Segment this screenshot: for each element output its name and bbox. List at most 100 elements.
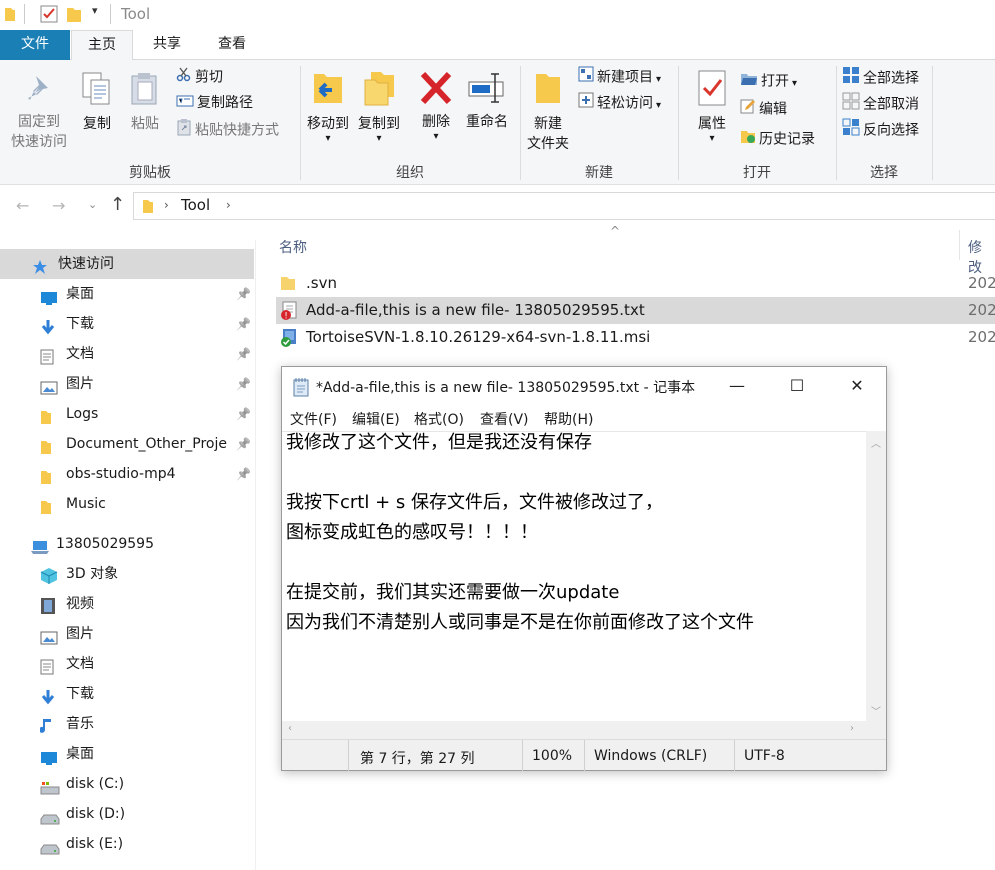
file-row-svn-folder[interactable]: .svn 202 [276, 270, 995, 297]
sidebar-pc-item[interactable]: 下载 [0, 679, 254, 709]
notepad-status-bar: 第 7 行，第 27 列 100% Windows (CRLF) UTF-8 [282, 739, 886, 771]
sidebar-pc-item[interactable]: 图片 [0, 619, 254, 649]
sidebar-item-label: 图片 [66, 376, 94, 392]
menu-file[interactable]: 文件(F) [290, 409, 337, 429]
text-line: 在提交前，我们其实还需要做一次update [286, 582, 620, 603]
file-row-modified-txt[interactable]: ! Add-a-file,this is a new file- 1380502… [276, 297, 995, 324]
status-line-ending: Windows (CRLF) [594, 748, 708, 764]
sidebar-item-label: disk (C:) [66, 776, 125, 792]
sidebar-quick-item[interactable]: Logs 📌 [0, 399, 254, 429]
edit-button[interactable]: 编辑 [740, 98, 787, 120]
sidebar-item-label: 下载 [66, 686, 94, 702]
column-header-name[interactable]: 名称 [279, 237, 307, 257]
pin-icon: 📌 [236, 287, 251, 301]
open-button[interactable]: 打开 ▾ [740, 70, 797, 92]
notepad-text-area[interactable]: 我修改了这个文件，但是我还没有保存 我按下crtl + s 保存文件后，文件被修改… [282, 431, 866, 721]
new-folder-button[interactable]: 新建 文件夹 [522, 68, 574, 154]
menu-format[interactable]: 格式(O) [414, 409, 464, 429]
easy-access-button[interactable]: 轻松访问 ▾ [578, 92, 661, 114]
copy-to-button[interactable]: 复制到 ▾ [355, 68, 403, 144]
delete-button[interactable]: 删除 ▾ [416, 70, 456, 142]
paste-shortcut-button[interactable]: 粘贴快捷方式 [176, 118, 279, 140]
menu-help[interactable]: 帮助(H) [544, 409, 593, 429]
sidebar-quick-item[interactable]: 图片 📌 [0, 369, 254, 399]
breadcrumb-tool[interactable]: Tool [181, 196, 210, 214]
sidebar-pc-item[interactable]: disk (E:) [0, 829, 254, 859]
breadcrumb-separator-icon[interactable]: › [164, 198, 169, 212]
sidebar-quick-item[interactable]: 下载 📌 [0, 309, 254, 339]
sidebar-pc-item[interactable]: 音乐 [0, 709, 254, 739]
scroll-down-arrow-icon[interactable]: ﹀ [871, 703, 881, 718]
recent-locations-chevron-icon[interactable]: ⌄ [88, 198, 97, 211]
paste-button[interactable]: 粘贴 [124, 70, 166, 134]
quick-access-dropdown-icon[interactable]: ▾ [92, 4, 98, 17]
up-arrow-icon[interactable]: ↑ [110, 194, 125, 215]
forward-arrow-icon[interactable]: → [52, 196, 65, 215]
sidebar-item-quick-access[interactable]: 快速访问 [0, 249, 254, 279]
new-item-button[interactable]: 新建项目 ▾ [578, 66, 661, 88]
properties-button[interactable]: 属性 ▾ [690, 68, 734, 144]
tab-view[interactable]: 查看 [200, 30, 264, 60]
copy-button[interactable]: 复制 [76, 70, 118, 134]
scroll-left-arrow-icon[interactable]: ‹ [288, 723, 292, 734]
notepad-title-bar[interactable]: *Add-a-file,this is a new file- 13805029… [282, 367, 886, 405]
select-all-button[interactable]: 全部选择 [842, 66, 919, 88]
pin-to-quick-access-button[interactable]: 固定到 快速访问 [6, 72, 72, 152]
paste-icon [131, 73, 157, 105]
menu-edit[interactable]: 编辑(E) [352, 409, 400, 429]
dropdown-arrow-icon: ▾ [709, 133, 715, 144]
new-folder-icon[interactable] [66, 5, 82, 27]
new-item-icon [578, 66, 594, 89]
sidebar-quick-item[interactable]: 文档 📌 [0, 339, 254, 369]
back-arrow-icon[interactable]: ← [16, 196, 29, 215]
sidebar-quick-item[interactable]: obs-studio-mp4 📌 [0, 459, 254, 489]
tab-share[interactable]: 共享 [136, 30, 198, 60]
properties-icon[interactable] [40, 5, 58, 27]
sidebar-quick-item[interactable]: Document_Other_Proje 📌 [0, 429, 254, 459]
sidebar-pc-item[interactable]: 桌面 [0, 739, 254, 769]
horizontal-scrollbar[interactable]: ‹ › [282, 721, 866, 739]
status-cursor-position: 第 7 行，第 27 列 [360, 751, 475, 767]
dropdown-arrow-icon: ▾ [325, 133, 331, 144]
sidebar-item-this-pc[interactable]: 13805029595 [0, 529, 254, 559]
tab-file[interactable]: 文件 [0, 30, 70, 60]
ribbon: 固定到 快速访问 复制 粘贴 剪切 复制路径 粘贴快捷方式 剪贴板 移动到 ▾ [0, 60, 995, 185]
sidebar-pc-item[interactable]: 视频 [0, 589, 254, 619]
tab-home[interactable]: 主页 [71, 30, 133, 61]
file-row-installer-msi[interactable]: TortoiseSVN-1.8.10.26129-x64-svn-1.8.11.… [276, 324, 995, 351]
status-encoding: UTF-8 [744, 748, 785, 764]
sidebar-pc-item[interactable]: 文档 [0, 649, 254, 679]
select-group-label: 选择 [870, 165, 898, 181]
scroll-up-arrow-icon[interactable]: ︿ [871, 435, 881, 450]
menu-view[interactable]: 查看(V) [480, 409, 529, 429]
dropdown-arrow-icon: ▾ [656, 99, 662, 111]
title-bar: ▾ Tool [0, 0, 995, 28]
invert-selection-button[interactable]: 反向选择 [842, 118, 919, 140]
dropdown-arrow-icon: ▾ [656, 73, 662, 85]
close-icon[interactable]: ✕ [834, 371, 880, 401]
select-none-button[interactable]: 全部取消 [842, 92, 919, 114]
copy-path-button[interactable]: 复制路径 [176, 92, 253, 114]
cut-button[interactable]: 剪切 [176, 66, 223, 88]
history-button[interactable]: 历史记录 [740, 128, 815, 150]
vertical-scrollbar[interactable]: ︿ ﹀ [866, 431, 886, 721]
column-separator[interactable] [959, 230, 960, 260]
sidebar-quick-item[interactable]: Music [0, 489, 254, 519]
paste-shortcut-icon [176, 118, 192, 143]
sidebar-quick-item[interactable]: 桌面 📌 [0, 279, 254, 309]
maximize-icon[interactable]: ☐ [774, 371, 820, 401]
text-line: 因为我们不清楚别人或同事是不是在你前面修改了这个文件 [286, 612, 754, 633]
status-separator [522, 740, 523, 771]
sidebar-pc-item[interactable]: disk (C:) [0, 769, 254, 799]
sidebar-pc-item[interactable]: disk (D:) [0, 799, 254, 829]
address-bar[interactable]: › Tool › [133, 192, 995, 220]
move-to-button[interactable]: 移动到 ▾ [304, 68, 352, 144]
breadcrumb-separator-icon[interactable]: › [226, 198, 231, 212]
scroll-right-arrow-icon[interactable]: › [850, 723, 854, 734]
sidebar-pc-item[interactable]: 3D 对象 [0, 559, 254, 589]
select-none-icon [842, 92, 860, 117]
svn-normal-installer-icon [280, 328, 298, 357]
sidebar-item-label: 3D 对象 [66, 566, 119, 582]
minimize-icon[interactable]: — [714, 371, 760, 401]
rename-button[interactable]: 重命名 [462, 70, 512, 132]
